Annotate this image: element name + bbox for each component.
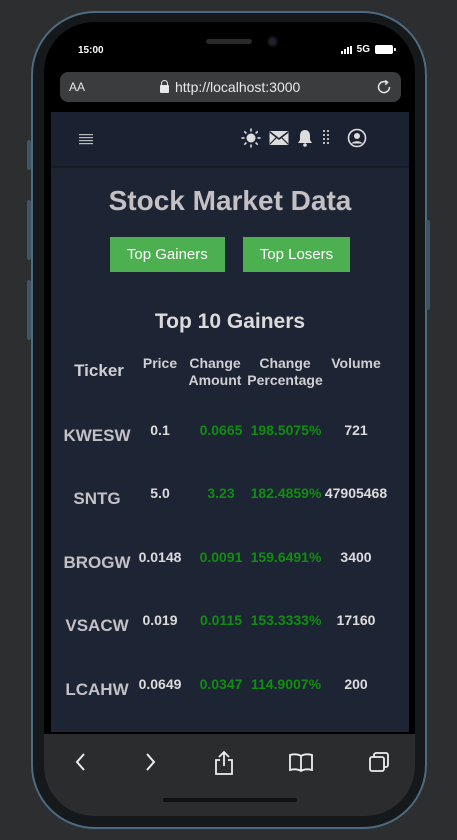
status-time: 15:00 [78,45,104,56]
reload-icon[interactable] [375,78,393,101]
cell-change-amount: 3.23 [207,485,235,501]
cell-change-percentage: 198.5075% [250,422,322,438]
cell-ticker: SNTG [73,489,121,508]
cell-ticker: LCAHW [65,680,129,699]
cell-ticker: KWESW [63,426,131,445]
header-volume: Volume [331,355,381,371]
cell-volume: 47905468 [324,485,388,501]
app-navbar [51,112,409,168]
speaker [206,39,252,44]
cell-price: 5.0 [150,485,170,501]
cell-change-amount: 0.0115 [199,612,243,628]
phone-screen: 15:00 5G AA http://localhost:3000 Stock … [44,22,415,816]
cell-change-amount: 0.0091 [199,549,243,565]
header-change-pct-line2: Percentage [247,372,323,388]
browser-toolbar [44,734,415,816]
header-change-amount-line1: Change [189,355,241,371]
cell-change-percentage: 182.4859% [250,485,322,501]
header-ticker: Ticker [74,361,124,380]
cell-change-percentage: 114.9007% [250,676,322,692]
header-price: Price [142,355,178,371]
camera [267,36,278,47]
cell-volume: 200 [344,676,368,692]
cell-volume: 3400 [340,549,372,565]
button-row: Top Gainers Top Losers [51,237,409,272]
menu-icon[interactable] [79,132,93,150]
power-button [426,220,430,310]
notch [133,22,326,58]
bell-icon[interactable] [297,129,313,152]
tabs-icon[interactable] [367,750,391,779]
cell-change-percentage: 153.3333% [250,612,322,628]
table-row: SNTG 5.0 3.23 182.4859% 47905468 [51,485,409,525]
cell-price: 0.1 [150,422,170,438]
home-indicator [163,798,297,802]
forward-icon[interactable] [140,750,160,779]
table-row: KWESW 0.1 0.0665 198.5075% 721 [51,422,409,462]
cell-ticker: BROGW [63,553,131,572]
header-change-pct-line1: Change [259,355,311,371]
page-title: Stock Market Data [108,185,352,216]
lock-icon [160,79,169,93]
kebab-icon[interactable] [321,129,331,152]
cell-ticker: VSACW [65,616,129,635]
table-row: VSACW 0.019 0.0115 153.3333% 17160 [51,612,409,652]
cell-price: 0.0148 [138,549,182,565]
top-losers-button[interactable]: Top Losers [242,237,351,272]
cell-volume: 721 [344,422,368,438]
cell-change-amount: 0.0665 [199,422,243,438]
table-row: LCAHW 0.0649 0.0347 114.9007% 200 [51,676,409,716]
cell-change-amount: 0.0347 [199,676,243,692]
user-icon[interactable] [347,128,367,153]
battery-icon [375,45,396,54]
network-label: 5G [356,44,370,55]
table-row: BROGW 0.0148 0.0091 159.6491% 3400 [51,549,409,589]
header-change-amount-line2: Amount [188,372,242,388]
cell-volume: 17160 [336,612,376,628]
volume-down-button [27,280,31,340]
section-title: Top 10 Gainers [154,310,306,333]
nav-icon-group [241,128,367,153]
signal-icon [340,45,352,54]
url-text: http://localhost:3000 [175,79,301,95]
cell-change-percentage: 159.6491% [250,549,322,565]
mute-switch [27,140,31,170]
header-change-percentage: Change Percentage [243,355,327,389]
web-content: Stock Market Data Top Gainers Top Losers… [51,112,409,732]
status-indicators: 5G [340,44,396,55]
url-display[interactable]: http://localhost:3000 [160,79,300,95]
mail-icon[interactable] [269,130,289,151]
header-change-amount: Change Amount [187,355,243,389]
top-gainers-button[interactable]: Top Gainers [109,237,225,272]
back-icon[interactable] [71,750,91,779]
sun-icon[interactable] [241,128,261,153]
share-icon[interactable] [213,750,235,781]
cell-price: 0.0649 [138,676,182,692]
volume-up-button [27,200,31,260]
bookmarks-icon[interactable] [288,750,314,779]
cell-price: 0.019 [142,612,178,628]
text-size-button[interactable]: AA [69,80,85,94]
address-bar[interactable]: AA http://localhost:3000 [60,72,401,102]
